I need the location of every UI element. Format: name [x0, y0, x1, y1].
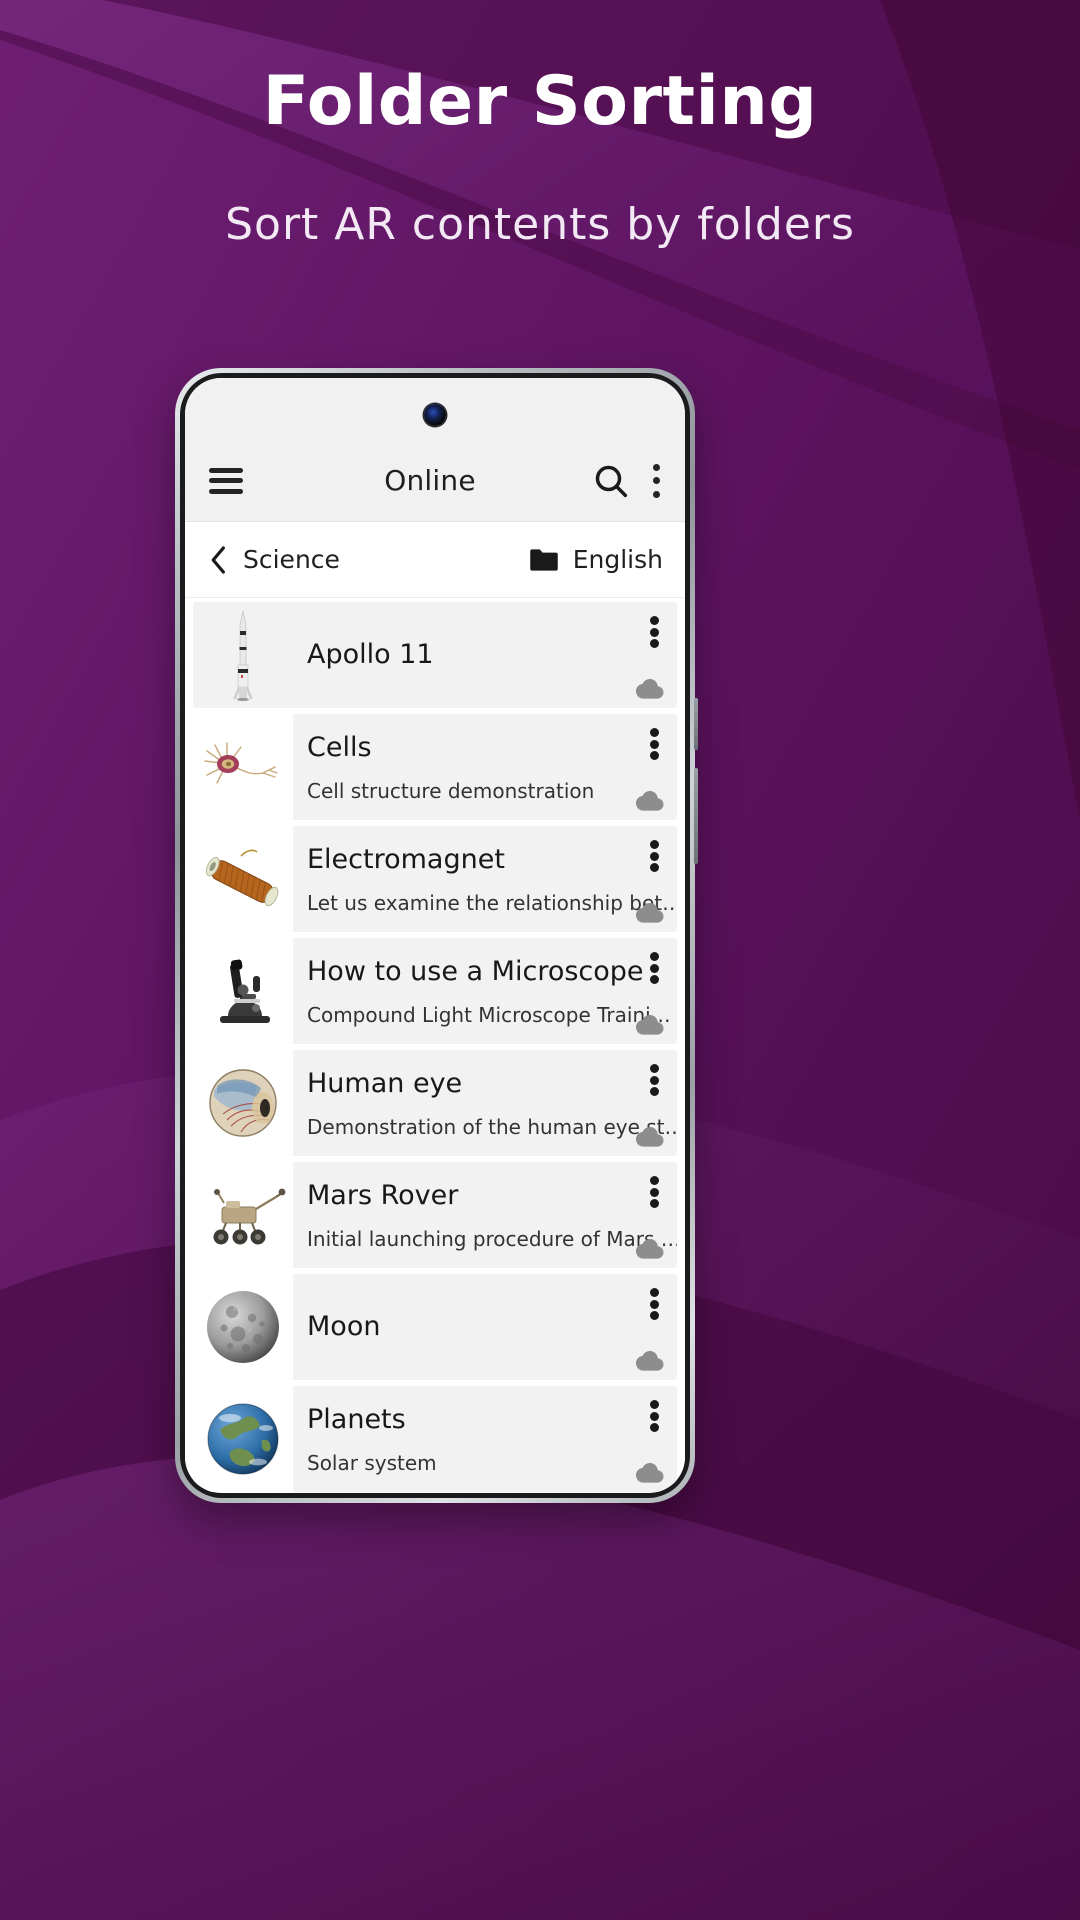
- list-item-title: How to use a Microscope: [307, 956, 644, 988]
- breadcrumb-folder-label: English: [572, 545, 663, 574]
- list-item-title: Apollo 11: [307, 639, 434, 671]
- list-item[interactable]: Cells Cell structure demonstration: [193, 714, 677, 820]
- cloud-icon[interactable]: [631, 788, 665, 812]
- list-item-description: Solar system: [307, 1450, 437, 1475]
- list-item-title: Planets: [307, 1404, 406, 1436]
- list-item-text: Human eye Demonstration of the human eye…: [293, 1050, 677, 1156]
- microscope-thumbnail: [193, 938, 293, 1044]
- chevron-left-icon[interactable]: [207, 544, 229, 576]
- kebab-menu-icon[interactable]: [650, 1064, 659, 1096]
- kebab-menu-icon[interactable]: [650, 728, 659, 760]
- neuron-cell-thumbnail: [193, 714, 293, 820]
- list-item-text: Moon: [293, 1274, 677, 1380]
- list-item-title: Cells: [307, 732, 372, 764]
- front-camera-icon: [424, 404, 446, 426]
- kebab-menu-icon[interactable]: [650, 952, 659, 984]
- page-title: Folder Sorting: [262, 62, 818, 141]
- kebab-menu-icon[interactable]: [650, 616, 659, 648]
- page-subtitle: Sort AR contents by folders: [225, 199, 855, 250]
- list-item[interactable]: Mars Rover Initial launching procedure o…: [193, 1162, 677, 1268]
- folder-icon: [529, 548, 559, 572]
- app-bar: Online: [185, 440, 685, 522]
- kebab-menu-icon[interactable]: [651, 463, 661, 498]
- cloud-icon[interactable]: [631, 1348, 665, 1372]
- kebab-menu-icon[interactable]: [650, 1288, 659, 1320]
- list-item-title: Moon: [307, 1311, 381, 1343]
- kebab-menu-icon[interactable]: [650, 1400, 659, 1432]
- app-bar-right: [591, 461, 661, 501]
- breadcrumb-folder[interactable]: English: [529, 545, 663, 574]
- list-item-description: Demonstration of the human eye st…: [307, 1114, 677, 1139]
- list-item-text: Cells Cell structure demonstration: [293, 714, 677, 820]
- hamburger-icon[interactable]: [209, 467, 243, 494]
- list-item-text: Electromagnet Let us examine the relatio…: [293, 826, 677, 932]
- list-item-text: How to use a Microscope Compound Light M…: [293, 938, 677, 1044]
- promo-header: Folder Sorting Sort AR contents by folde…: [0, 0, 1080, 250]
- kebab-menu-icon[interactable]: [650, 1176, 659, 1208]
- content-list[interactable]: Apollo 11 Cells Cell structure demonstra…: [185, 598, 685, 1492]
- list-item[interactable]: Electromagnet Let us examine the relatio…: [193, 826, 677, 932]
- breadcrumb-parent-label: Science: [243, 545, 340, 574]
- list-item-text: Apollo 11: [293, 602, 677, 708]
- electromagnet-coil-thumbnail: [193, 826, 293, 932]
- cloud-icon[interactable]: [631, 1012, 665, 1036]
- list-item[interactable]: Apollo 11: [193, 602, 677, 708]
- phone-volume-button: [694, 698, 698, 750]
- status-bar: [185, 378, 685, 440]
- list-item-description: Compound Light Microscope Traini…: [307, 1002, 671, 1027]
- breadcrumb-back[interactable]: Science: [207, 544, 529, 576]
- list-item[interactable]: Planets Solar system: [193, 1386, 677, 1492]
- rocket-thumbnail: [193, 602, 293, 708]
- list-item-title: Human eye: [307, 1068, 463, 1100]
- human-eye-thumbnail: [193, 1050, 293, 1156]
- moon-thumbnail: [193, 1274, 293, 1380]
- cloud-icon[interactable]: [631, 1236, 665, 1260]
- phone-mockup: Online Science English Apollo 11 Cells C…: [175, 368, 698, 1503]
- list-item-title: Electromagnet: [307, 844, 505, 876]
- list-item[interactable]: Moon: [193, 1274, 677, 1380]
- list-item[interactable]: How to use a Microscope Compound Light M…: [193, 938, 677, 1044]
- app-bar-left: [209, 467, 269, 494]
- list-item-text: Planets Solar system: [293, 1386, 677, 1492]
- list-item-text: Mars Rover Initial launching procedure o…: [293, 1162, 677, 1268]
- cloud-icon[interactable]: [631, 1124, 665, 1148]
- mars-rover-thumbnail: [193, 1162, 293, 1268]
- list-item-title: Mars Rover: [307, 1180, 459, 1212]
- phone-power-button: [694, 768, 698, 864]
- earth-planet-thumbnail: [193, 1386, 293, 1492]
- search-icon[interactable]: [591, 461, 631, 501]
- phone-screen: Online Science English Apollo 11 Cells C…: [185, 378, 685, 1493]
- list-item-description: Initial launching procedure of Mars …: [307, 1226, 677, 1251]
- app-bar-title: Online: [384, 464, 476, 497]
- cloud-icon[interactable]: [631, 900, 665, 924]
- list-item[interactable]: Human eye Demonstration of the human eye…: [193, 1050, 677, 1156]
- list-item-description: Cell structure demonstration: [307, 778, 595, 803]
- cloud-icon[interactable]: [631, 1460, 665, 1484]
- cloud-icon[interactable]: [631, 676, 665, 700]
- breadcrumb: Science English: [185, 522, 685, 598]
- kebab-menu-icon[interactable]: [650, 840, 659, 872]
- list-item-description: Let us examine the relationship bet…: [307, 890, 677, 915]
